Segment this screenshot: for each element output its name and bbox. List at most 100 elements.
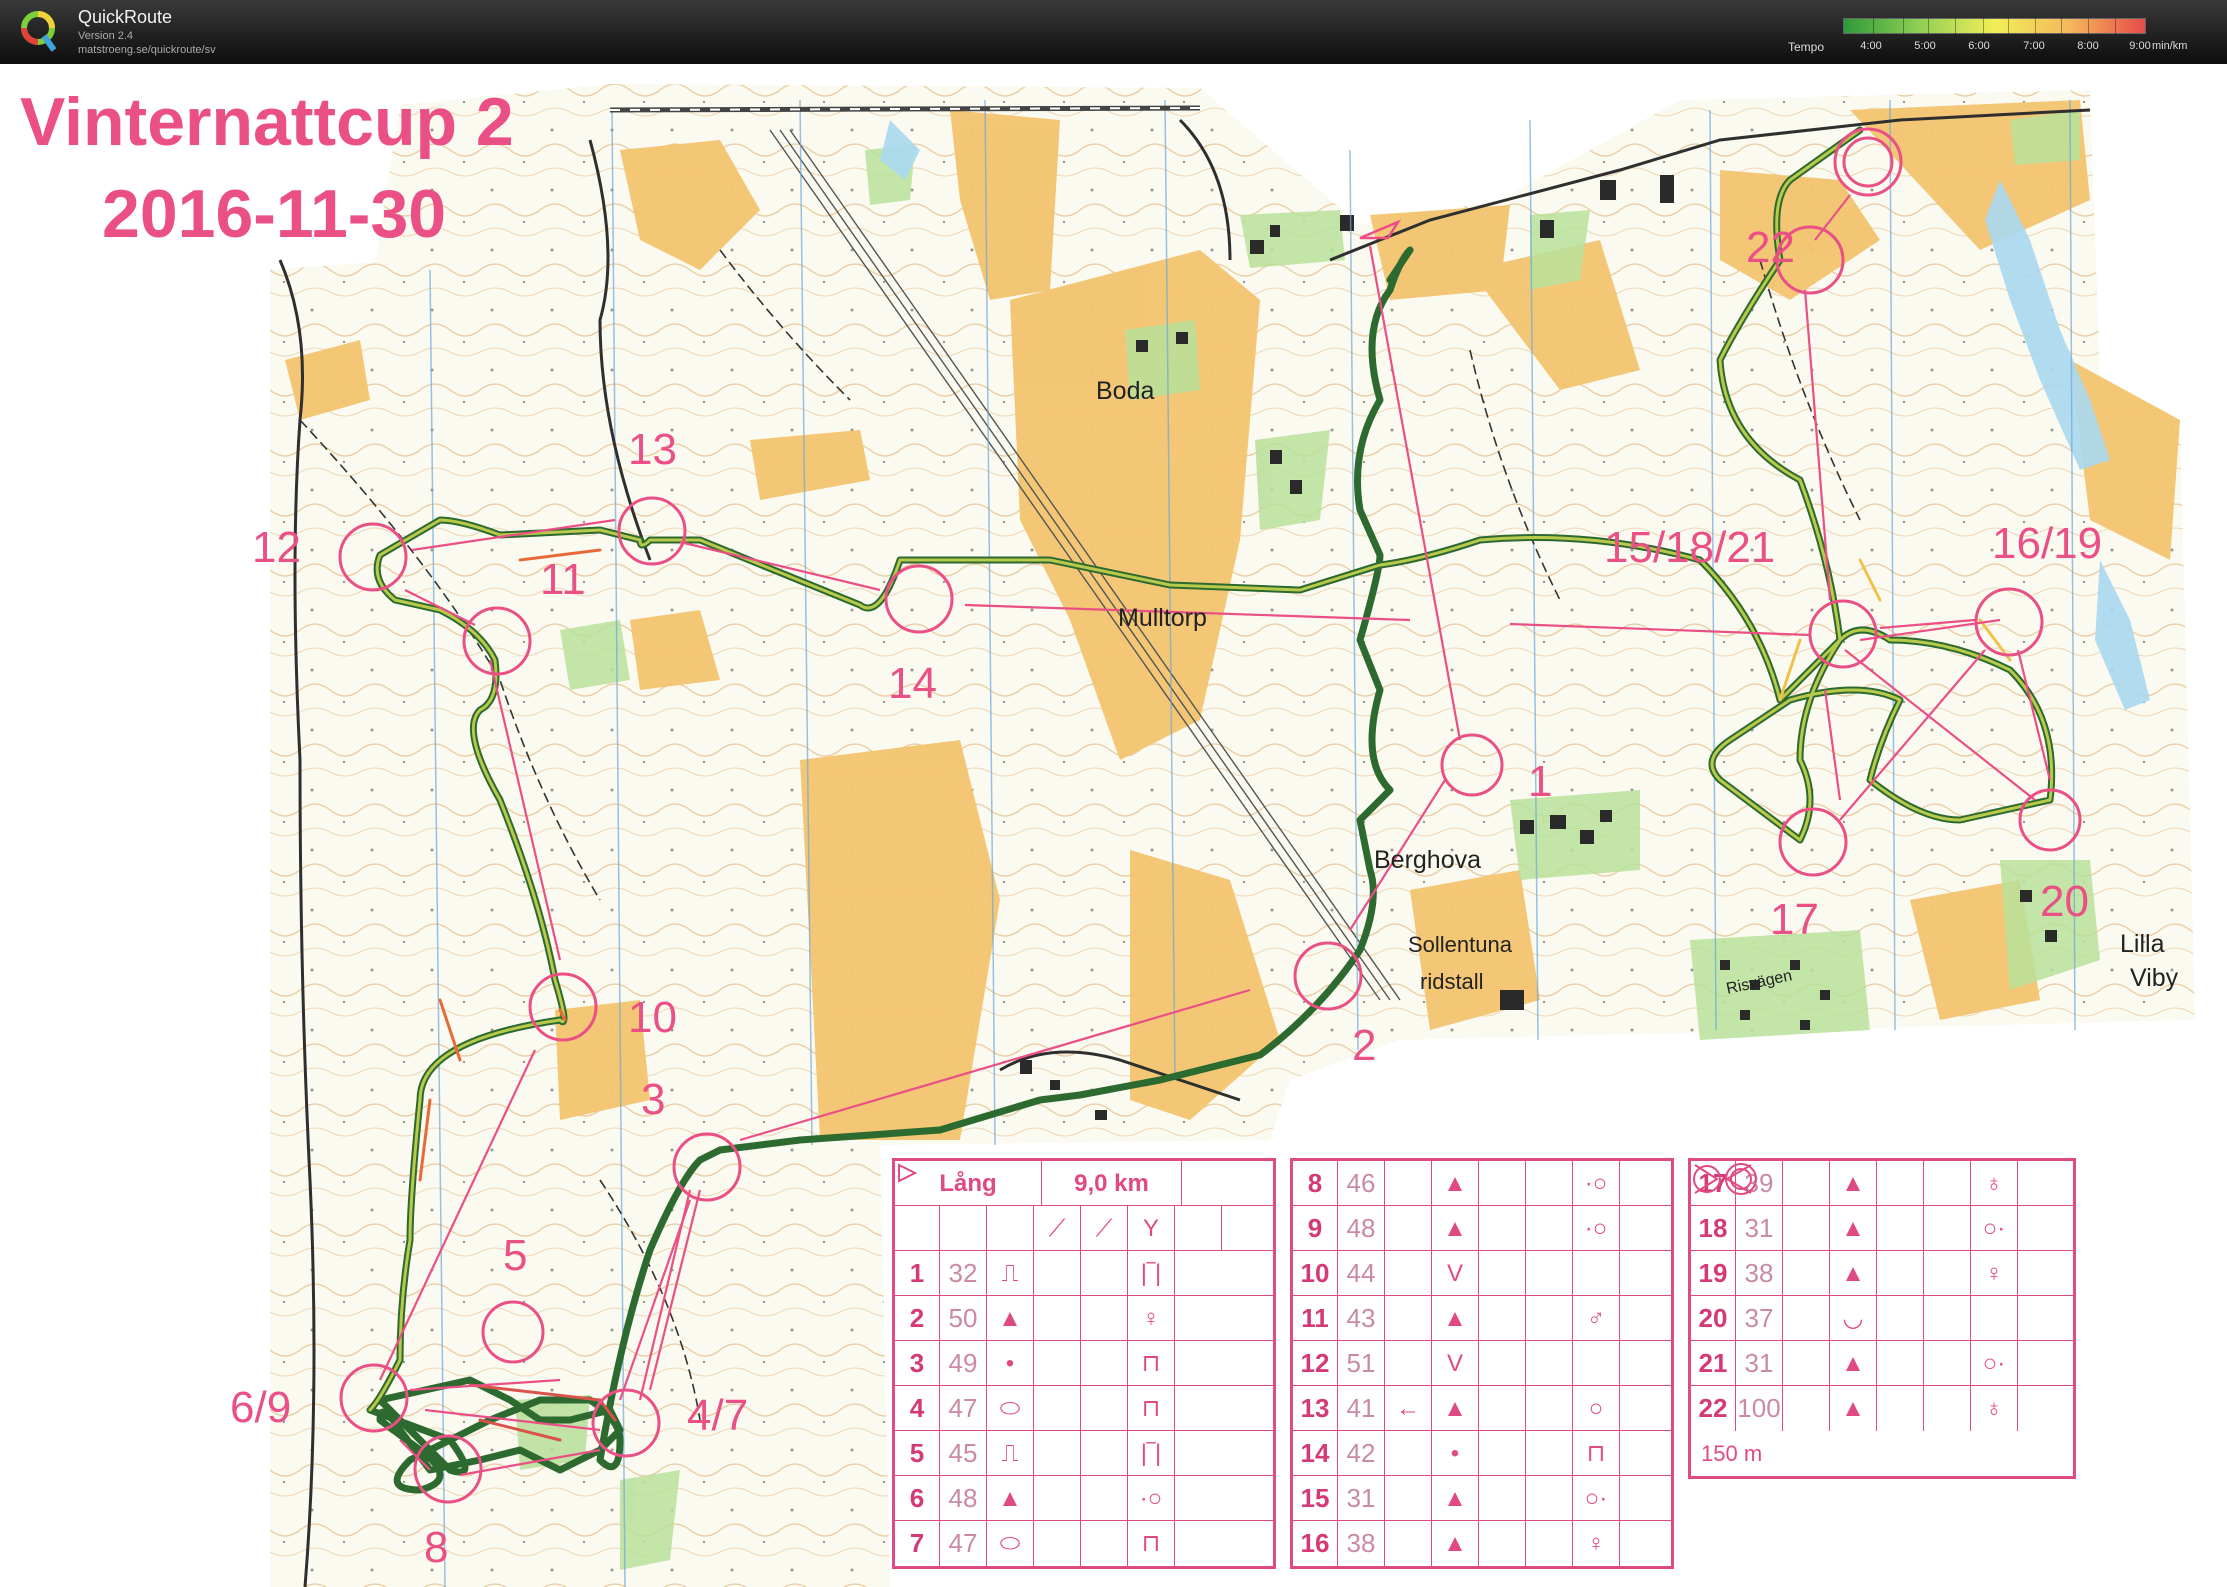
location-detail-cell: ♁ (1971, 1161, 2018, 1206)
event-title: Vinternattcup 2 (20, 84, 514, 160)
control-code-cell: 48 (940, 1476, 987, 1521)
other-cell (2018, 1341, 2067, 1386)
dimension-cell (1526, 1476, 1573, 1521)
dimension-cell (1081, 1251, 1128, 1296)
other-cell (1175, 1386, 1220, 1431)
control-number-cell: 18 (1691, 1206, 1736, 1251)
dimension-cell (1081, 1431, 1128, 1476)
tempo-tick-label: 6:00 (1968, 40, 1990, 52)
control-number-17: 17 (1770, 895, 1819, 944)
control-code-cell: 47 (940, 1521, 987, 1566)
dimension-cell (1526, 1341, 1573, 1386)
control-number-cell: 20 (1691, 1296, 1736, 1341)
feature-symbol-cell: ⎍ (987, 1251, 1034, 1296)
place-name-berghova: Berghova (1374, 846, 1482, 874)
dimension-cell (1081, 1386, 1128, 1431)
start-detail-icon: Y (1128, 1206, 1175, 1251)
control-code-cell: 32 (940, 1251, 987, 1296)
dimension-cell (1526, 1431, 1573, 1476)
control-description-row: 22 100 ▲ ♁ (1691, 1386, 2073, 1431)
app-version: Version 2.4 (78, 30, 134, 42)
dimension-cell (1081, 1296, 1128, 1341)
other-cell (1620, 1296, 1665, 1341)
location-detail-cell: ♂ (1573, 1296, 1620, 1341)
finish-funnel-end-icon (1694, 1163, 1757, 1195)
feature-symbol-cell: ▲ (1432, 1521, 1479, 1566)
dimension-cell (1081, 1521, 1128, 1566)
feature-symbol-cell: V (1432, 1341, 1479, 1386)
tempo-tick-label: 7:00 (2023, 40, 2045, 52)
feature-symbol-cell: ▲ (1830, 1161, 1877, 1206)
location-detail-cell: ○· (1573, 1476, 1620, 1521)
control-number-cell: 9 (1293, 1206, 1338, 1251)
feature-cell (1783, 1161, 1830, 1206)
feature-cell (1385, 1206, 1432, 1251)
railway (609, 105, 1201, 113)
start-feature-icon: ⟋ (1034, 1206, 1081, 1251)
dimension-cell (1924, 1161, 1971, 1206)
control-number-cell: 15 (1293, 1476, 1338, 1521)
control-description-row: 15 31 ▲ ○· (1293, 1476, 1671, 1521)
dimension-cell (1924, 1341, 1971, 1386)
dimension-cell (1924, 1206, 1971, 1251)
other-cell (1620, 1431, 1665, 1476)
control-code-cell: 31 (1736, 1341, 1783, 1386)
other-cell (1620, 1521, 1665, 1566)
control-number-4-7: 4/7 (687, 1391, 749, 1440)
control-number-5: 5 (503, 1231, 528, 1280)
location-detail-cell (1573, 1251, 1620, 1296)
place-name-viby: Viby (2130, 964, 2179, 992)
other-cell (1620, 1476, 1665, 1521)
location-detail-cell: ♀ (1128, 1296, 1175, 1341)
dimension-cell (1526, 1161, 1573, 1206)
place-name-sollentuna: Sollentuna (1408, 932, 1512, 957)
quickroute-logo-icon (21, 11, 57, 52)
control-number-12: 12 (252, 523, 301, 572)
app-url[interactable]: matstroeng.se/quickroute/sv (78, 44, 216, 56)
feature-symbol-cell: ▲ (1830, 1386, 1877, 1431)
location-detail-cell: ○· (1971, 1341, 2018, 1386)
appearance-cell (1034, 1521, 1081, 1566)
control-description-row: 2 50 ▲ ♀ (895, 1296, 1273, 1341)
feature-symbol-cell: ▲ (1432, 1206, 1479, 1251)
control-description-row: 6 48 ▲ ·○ (895, 1476, 1273, 1521)
feature-cell (1783, 1386, 1830, 1431)
appearance-cell (1479, 1386, 1526, 1431)
appearance-cell (1479, 1341, 1526, 1386)
control-description-row: 1 32 ⎍ |‾| (895, 1251, 1273, 1296)
control-code-cell: 100 (1736, 1386, 1783, 1431)
other-cell (1175, 1476, 1220, 1521)
other-cell (2018, 1161, 2067, 1206)
tempo-unit: min/km (2152, 40, 2188, 52)
control-code-cell: 47 (940, 1386, 987, 1431)
start-triangle-icon (895, 1163, 940, 1251)
location-detail-cell: ·○ (1573, 1206, 1620, 1251)
feature-symbol-cell: ▲ (1432, 1161, 1479, 1206)
control-description-row: 11 43 ▲ ♂ (1293, 1296, 1671, 1341)
control-code-cell: 51 (1338, 1341, 1385, 1386)
control-code-cell: 46 (1338, 1161, 1385, 1206)
control-code-cell: 38 (1736, 1251, 1783, 1296)
other-cell (2018, 1251, 2067, 1296)
control-number-cell: 21 (1691, 1341, 1736, 1386)
control-code-cell: 38 (1338, 1521, 1385, 1566)
appearance-cell (1479, 1206, 1526, 1251)
control-number-cell: 22 (1691, 1386, 1736, 1431)
appearance-cell (1877, 1341, 1924, 1386)
orienteering-map[interactable]: Vinternattcup 2 2016-11-30 Boda Mulltorp… (0, 64, 2227, 1587)
feature-symbol-cell: • (1432, 1431, 1479, 1476)
appearance-cell (1034, 1431, 1081, 1476)
location-detail-cell (1573, 1341, 1620, 1386)
control-description-row: 14 42 • ⊓ (1293, 1431, 1671, 1476)
control-description-row: 13 41 ← ▲ ○ (1293, 1386, 1671, 1431)
appearance-cell (1877, 1296, 1924, 1341)
control-code-cell: 42 (1338, 1431, 1385, 1476)
control-number-2: 2 (1352, 1021, 1377, 1070)
feature-cell (1385, 1161, 1432, 1206)
other-cell (2018, 1296, 2067, 1341)
tempo-tick-label: 4:00 (1860, 40, 1882, 52)
feature-cell (1783, 1341, 1830, 1386)
course-length: 9,0 km (1042, 1161, 1182, 1206)
control-number-cell: 4 (895, 1386, 940, 1431)
control-description-table-3: 17 39 ▲ ♁ 18 31 ▲ ○· 19 38 ▲ ♀ 20 37 ◡ 21 31 ▲ ○· 22 100 ▲ ♁ 1… (1688, 1158, 2076, 1479)
